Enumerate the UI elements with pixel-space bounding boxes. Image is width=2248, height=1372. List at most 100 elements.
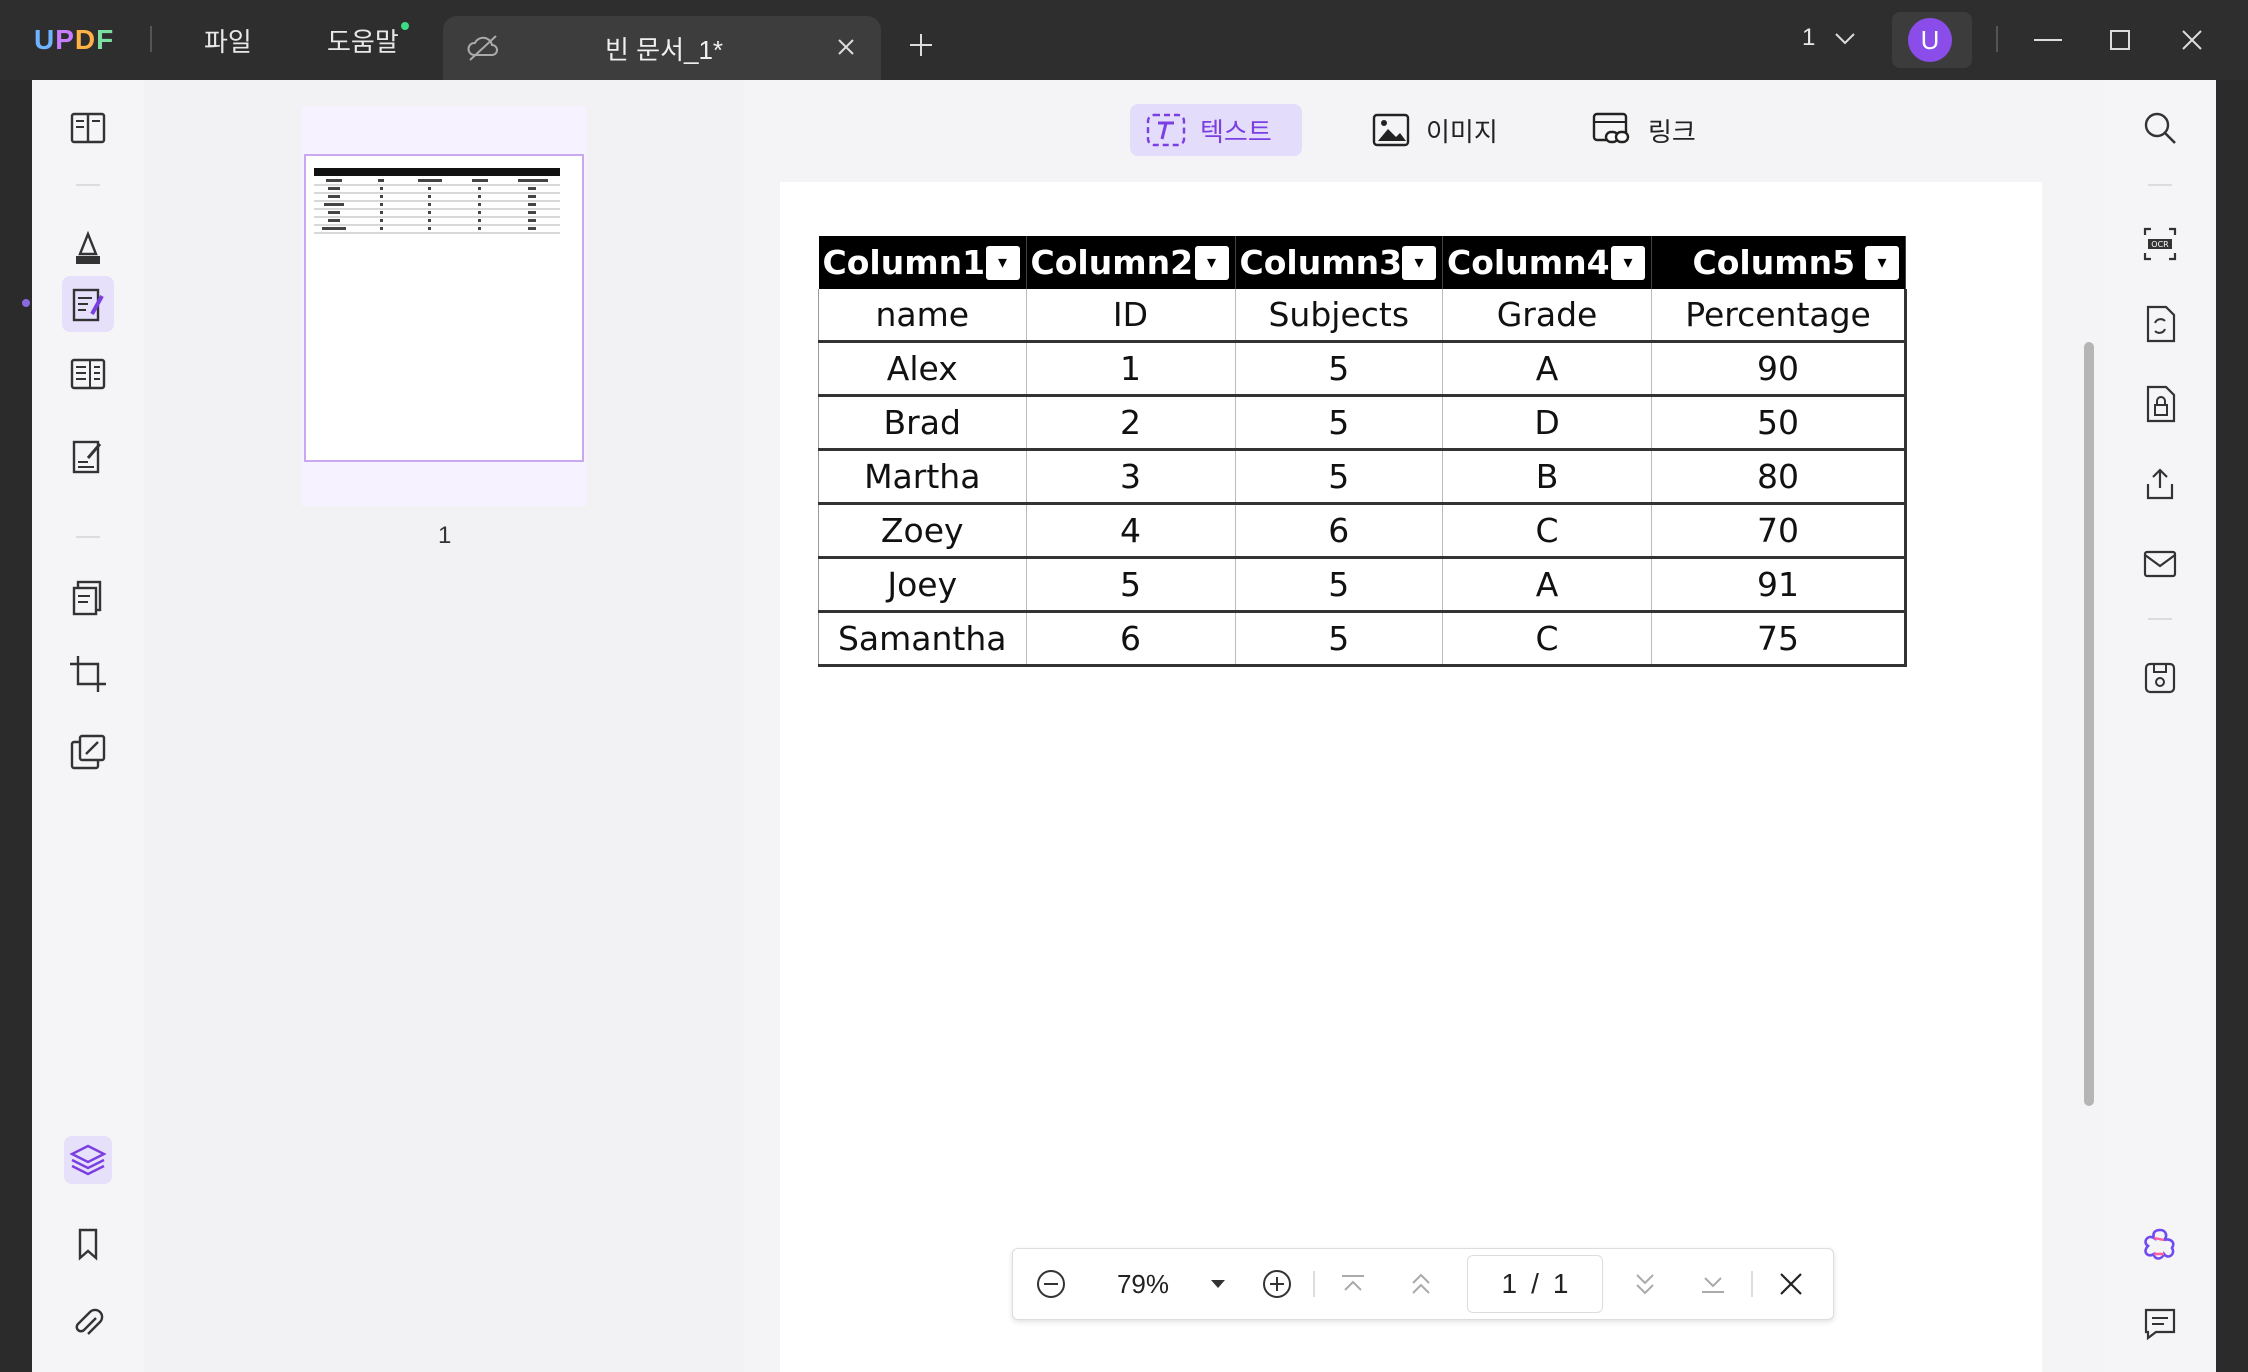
table-header-cell: Column1 ▾ <box>818 236 1027 289</box>
search-icon[interactable] <box>2136 104 2184 152</box>
table-cell: Joey <box>818 557 1027 613</box>
page-layout-icon[interactable] <box>64 350 112 398</box>
ai-assistant-icon[interactable] <box>2136 1220 2184 1268</box>
add-image-button[interactable]: 이미지 <box>1370 104 1520 156</box>
menu-file[interactable]: 파일 <box>204 22 252 59</box>
thumbnail-page <box>304 154 584 462</box>
header-label: Column4 <box>1447 243 1610 282</box>
table-cell: Zoey <box>818 503 1027 559</box>
new-tab-icon[interactable] <box>904 28 938 62</box>
ocr-icon[interactable]: OCR <box>2136 220 2184 268</box>
share-icon[interactable] <box>2136 460 2184 508</box>
header-label: Column5 <box>1692 243 1856 282</box>
active-indicator <box>22 299 30 307</box>
data-table[interactable]: Column1 ▾ Column2 ▾ Column3 ▾ Column4 ▾ Colu… <box>818 236 1908 667</box>
table-header-cell: Column4 ▾ <box>1442 236 1653 289</box>
text-tool-icon <box>1146 113 1186 147</box>
total-pages: 1 <box>1552 1268 1569 1299</box>
thumbnail-page-number: 1 <box>438 522 452 549</box>
link-tool-label: 링크 <box>1648 116 1696 147</box>
filter-dropdown-icon[interactable]: ▾ <box>1194 245 1229 280</box>
page-thumbnail[interactable] <box>302 106 586 506</box>
fill-sign-icon[interactable] <box>64 432 112 480</box>
close-tab-icon[interactable] <box>831 32 861 62</box>
close-window-icon[interactable] <box>2176 24 2208 56</box>
text-tool-label: 텍스트 <box>1200 116 1272 147</box>
table-header-cell: Column3 ▾ <box>1235 236 1444 289</box>
table-row: Joey 5 5 A 91 <box>818 557 1908 613</box>
unsaved-cloud-icon <box>463 30 503 66</box>
page-number-input[interactable]: 1 / 1 <box>1467 1255 1603 1313</box>
table-cell: A <box>1442 557 1653 613</box>
layers-icon[interactable] <box>64 1136 112 1184</box>
reader-mode-icon[interactable] <box>64 104 112 152</box>
organize-pages-icon[interactable] <box>64 574 112 622</box>
table-cell: Alex <box>818 341 1027 397</box>
bookmark-icon[interactable] <box>64 1220 112 1268</box>
table-cell: 5 <box>1235 557 1444 613</box>
filter-dropdown-icon[interactable]: ▾ <box>1865 245 1900 280</box>
table-cell: 5 <box>1235 449 1444 505</box>
zoom-in-icon[interactable] <box>1253 1249 1301 1319</box>
header-label: Column2 <box>1030 243 1194 282</box>
toolbar-divider <box>2148 618 2172 620</box>
tools-icon[interactable] <box>64 728 112 776</box>
zoom-out-icon[interactable] <box>1027 1249 1075 1319</box>
zoom-dropdown-icon[interactable] <box>1203 1249 1233 1319</box>
svg-text:OCR: OCR <box>2151 240 2169 249</box>
minimize-icon[interactable] <box>2032 24 2064 56</box>
convert-pdf-icon[interactable] <box>2136 300 2184 348</box>
table-row: Alex 1 5 A 90 <box>818 341 1908 397</box>
previous-page-icon[interactable] <box>1399 1249 1443 1319</box>
toolbar-divider <box>76 536 100 538</box>
next-page-icon[interactable] <box>1623 1249 1667 1319</box>
comment-highlight-icon[interactable] <box>64 224 112 272</box>
avatar[interactable]: U <box>1908 18 1952 62</box>
table-cell: 70 <box>1651 503 1908 559</box>
table-cell: 6 <box>1235 503 1444 559</box>
protect-pdf-icon[interactable] <box>2136 380 2184 428</box>
comment-list-icon[interactable] <box>2136 1300 2184 1348</box>
table-cell: 3 <box>1026 449 1236 505</box>
add-text-button[interactable]: 텍스트 <box>1130 104 1302 156</box>
table-header-row: Column1 ▾ Column2 ▾ Column3 ▾ Column4 ▾ Colu… <box>818 236 1907 289</box>
filter-dropdown-icon[interactable]: ▾ <box>1611 245 1646 280</box>
table-cell: 90 <box>1651 341 1908 397</box>
image-tool-label: 이미지 <box>1426 116 1498 147</box>
attachment-icon[interactable] <box>64 1300 112 1348</box>
table-cell: A <box>1442 341 1653 397</box>
pdf-page[interactable]: Column1 ▾ Column2 ▾ Column3 ▾ Column4 ▾ Colu… <box>780 182 2042 1372</box>
table-row: name ID Subjects Grade Percentage <box>818 289 1908 343</box>
last-page-icon[interactable] <box>1691 1249 1735 1319</box>
table-cell: 91 <box>1651 557 1908 613</box>
table-cell: 2 <box>1026 395 1236 451</box>
edit-pdf-icon[interactable] <box>62 276 114 332</box>
table-cell: C <box>1442 611 1653 667</box>
zoom-level[interactable]: 79% <box>1093 1249 1193 1319</box>
table-cell: ID <box>1026 289 1236 343</box>
save-icon[interactable] <box>2136 654 2184 702</box>
table-cell: Subjects <box>1235 289 1444 343</box>
email-icon[interactable] <box>2136 540 2184 588</box>
table-row: Brad 2 5 D 50 <box>818 395 1908 451</box>
filter-dropdown-icon[interactable]: ▾ <box>1402 245 1437 280</box>
table-cell: 6 <box>1026 611 1236 667</box>
filter-dropdown-icon[interactable]: ▾ <box>985 245 1020 280</box>
page-selector[interactable]: 1 <box>1802 24 1856 53</box>
menu-help[interactable]: 도움말 <box>327 22 399 59</box>
close-navbar-icon[interactable] <box>1767 1249 1815 1319</box>
table-cell: 5 <box>1026 557 1236 613</box>
vertical-scrollbar[interactable] <box>2084 342 2094 1106</box>
updf-logo: UPDF <box>34 24 115 55</box>
crop-pages-icon[interactable] <box>64 650 112 698</box>
maximize-icon[interactable] <box>2104 24 2136 56</box>
tab-title: 빈 문서_1* <box>605 35 724 65</box>
table-cell: 5 <box>1235 611 1444 667</box>
add-link-button[interactable]: 링크 <box>1590 104 1720 156</box>
table-cell: 80 <box>1651 449 1908 505</box>
zoom-divider <box>1751 1271 1753 1297</box>
table-cell: Brad <box>818 395 1027 451</box>
document-tab[interactable]: 빈 문서_1* <box>443 16 881 80</box>
table-cell: 5 <box>1235 341 1444 397</box>
first-page-icon[interactable] <box>1331 1249 1375 1319</box>
